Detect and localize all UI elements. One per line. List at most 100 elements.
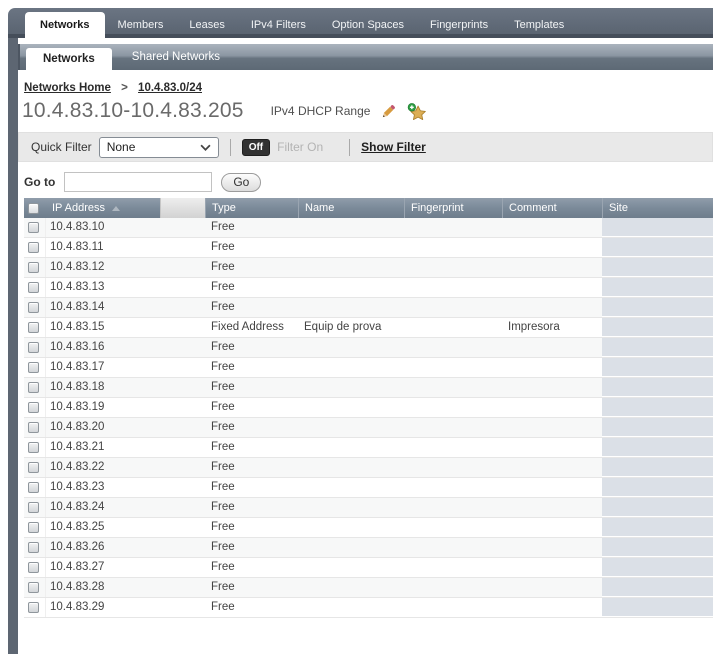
row-checkbox[interactable] [28, 222, 39, 233]
table-row[interactable]: 10.4.83.21 Free [24, 438, 713, 458]
cell-site [602, 438, 713, 457]
cell-fingerprint [404, 378, 502, 397]
table-row[interactable]: 10.4.83.26 Free [24, 538, 713, 558]
cell-comment [502, 518, 602, 537]
table-row[interactable]: 10.4.83.19 Free [24, 398, 713, 418]
row-checkbox[interactable] [28, 582, 39, 593]
row-checkbox-cell [24, 478, 46, 497]
top-tab-label: Networks [40, 19, 90, 31]
cell-site [602, 318, 713, 337]
table-row[interactable]: 10.4.83.27 Free [24, 558, 713, 578]
cell-ip-address: 10.4.83.12 [46, 258, 205, 277]
cell-site [602, 358, 713, 377]
top-tab[interactable]: Networks [25, 12, 105, 38]
table-row[interactable]: 10.4.83.15 Fixed Address Equip de prova … [24, 318, 713, 338]
row-checkbox[interactable] [28, 242, 39, 253]
table-row[interactable]: 10.4.83.16 Free [24, 338, 713, 358]
top-tab-label: Leases [189, 19, 224, 31]
sub-tab-label: Shared Networks [132, 51, 220, 63]
row-checkbox[interactable] [28, 382, 39, 393]
table-row[interactable]: 10.4.83.22 Free [24, 458, 713, 478]
cell-fingerprint [404, 298, 502, 317]
star-add-icon[interactable] [407, 103, 426, 120]
column-header-name[interactable]: Name [298, 198, 404, 218]
row-checkbox[interactable] [28, 402, 39, 413]
top-tab[interactable]: Option Spaces [319, 13, 417, 38]
quick-filter-select[interactable]: None [99, 137, 219, 158]
breadcrumb-network[interactable]: 10.4.83.0/24 [138, 82, 202, 94]
cell-site [602, 418, 713, 437]
cell-type: Free [205, 598, 298, 617]
sub-tab[interactable]: Networks [26, 48, 112, 70]
sub-tab-label: Networks [43, 53, 95, 65]
row-checkbox[interactable] [28, 262, 39, 273]
table-row[interactable]: 10.4.83.13 Free [24, 278, 713, 298]
cell-comment [502, 358, 602, 377]
row-checkbox[interactable] [28, 422, 39, 433]
row-checkbox[interactable] [28, 462, 39, 473]
top-tab[interactable]: Templates [501, 13, 577, 38]
row-checkbox[interactable] [28, 502, 39, 513]
row-checkbox[interactable] [28, 522, 39, 533]
table-row[interactable]: 10.4.83.11 Free [24, 238, 713, 258]
title-row: 10.4.83.10-10.4.83.205 IPv4 DHCP Range [22, 99, 713, 123]
cell-fingerprint [404, 258, 502, 277]
row-checkbox[interactable] [28, 442, 39, 453]
table-row[interactable]: 10.4.83.12 Free [24, 258, 713, 278]
breadcrumb-networks-home[interactable]: Networks Home [24, 82, 111, 94]
table-row[interactable]: 10.4.83.18 Free [24, 378, 713, 398]
cell-name: Equip de prova [298, 318, 404, 337]
table-row[interactable]: 10.4.83.14 Free [24, 298, 713, 318]
cell-comment [502, 258, 602, 277]
row-checkbox[interactable] [28, 482, 39, 493]
row-checkbox[interactable] [28, 342, 39, 353]
row-checkbox-cell [24, 538, 46, 557]
sub-tab[interactable]: Shared Networks [112, 44, 240, 70]
pencil-icon[interactable] [380, 103, 397, 120]
quick-filter-label: Quick Filter [31, 140, 92, 154]
table-row[interactable]: 10.4.83.23 Free [24, 478, 713, 498]
row-checkbox[interactable] [28, 602, 39, 613]
cell-site [602, 458, 713, 477]
table-row[interactable]: 10.4.83.29 Free [24, 598, 713, 618]
cell-type: Free [205, 298, 298, 317]
sub-tab-bar: Networks Shared Networks [18, 44, 713, 70]
column-header-site[interactable]: Site [602, 198, 713, 218]
row-checkbox[interactable] [28, 282, 39, 293]
table-row[interactable]: 10.4.83.10 Free [24, 218, 713, 238]
row-checkbox-cell [24, 378, 46, 397]
table-row[interactable]: 10.4.83.28 Free [24, 578, 713, 598]
column-header-fingerprint[interactable]: Fingerprint [404, 198, 502, 218]
top-tab[interactable]: Leases [176, 13, 237, 38]
filter-on-label: Filter On [277, 140, 323, 154]
cell-type: Free [205, 218, 298, 237]
cell-site [602, 538, 713, 557]
table-row[interactable]: 10.4.83.25 Free [24, 518, 713, 538]
select-all-checkbox[interactable] [28, 203, 39, 214]
filter-toggle-button[interactable]: Off [242, 139, 270, 156]
top-tab[interactable]: Members [105, 13, 177, 38]
table-row[interactable]: 10.4.83.17 Free [24, 358, 713, 378]
row-checkbox[interactable] [28, 562, 39, 573]
cell-site [602, 558, 713, 577]
cell-type: Free [205, 358, 298, 377]
table-row[interactable]: 10.4.83.24 Free [24, 498, 713, 518]
cell-name [298, 238, 404, 257]
row-checkbox[interactable] [28, 322, 39, 333]
show-filter-link[interactable]: Show Filter [361, 140, 426, 154]
table-row[interactable]: 10.4.83.20 Free [24, 418, 713, 438]
row-checkbox[interactable] [28, 542, 39, 553]
column-header-type[interactable]: Type [205, 198, 298, 218]
go-button[interactable]: Go [221, 173, 261, 192]
goto-input[interactable] [64, 172, 212, 192]
cell-type: Free [205, 458, 298, 477]
column-header-comment[interactable]: Comment [502, 198, 602, 218]
top-tab-label: IPv4 Filters [251, 19, 306, 31]
cell-ip-address: 10.4.83.18 [46, 378, 205, 397]
top-tab[interactable]: Fingerprints [417, 13, 501, 38]
page-subtitle: IPv4 DHCP Range [271, 104, 371, 118]
column-header-ip-address[interactable]: IP Address [46, 198, 160, 218]
row-checkbox[interactable] [28, 362, 39, 373]
top-tab[interactable]: IPv4 Filters [238, 13, 319, 38]
row-checkbox[interactable] [28, 302, 39, 313]
